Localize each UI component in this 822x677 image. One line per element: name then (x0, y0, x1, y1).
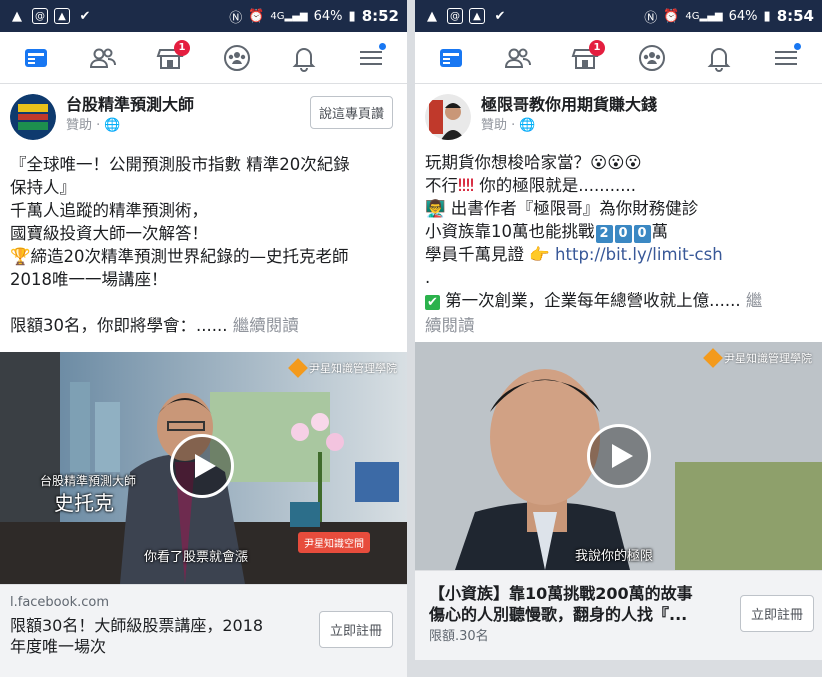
notifications-icon[interactable] (286, 40, 322, 76)
signal-icon: 4G▂▄▆ (270, 10, 308, 22)
battery-level: 64% (728, 8, 758, 24)
check-mark-emoji: ✔ (425, 295, 440, 310)
post-link[interactable]: http://bit.ly/limit-csh (555, 245, 723, 264)
play-button[interactable] (587, 424, 651, 488)
menu-icon[interactable] (768, 40, 804, 76)
nfc-icon: Ⓝ (229, 10, 243, 26)
sponsored-label: 贊助 · 🌐 (66, 116, 194, 136)
link-preview[interactable]: l.facebook.com 限額30名！大師級股票講座，2018 年度唯一場次… (0, 584, 407, 677)
at-icon: @ (32, 8, 48, 24)
digit-box: 0 (633, 225, 651, 243)
notification-badge: 1 (174, 39, 190, 56)
battery-icon: ▮ (348, 8, 356, 24)
phone-screen-right: ▲ @ ▲ ✔ Ⓝ ⏰ 4G▂▄▆ 64% ▮ 8:54 1 極限哥教你用期貨賺… (415, 0, 822, 677)
battery-icon: ▮ (763, 8, 771, 24)
pointing-hand-emoji: 👉 (529, 245, 550, 264)
status-bar: ▲ @ ▲ ✔ Ⓝ ⏰ 4G▂▄▆ 64% ▮ 8:54 (415, 0, 822, 32)
news-feed-icon[interactable] (18, 40, 54, 76)
caption-name: 史托克 (54, 491, 114, 515)
download-check-icon: ✔ (494, 8, 506, 24)
warning-icon: ▲ (12, 8, 22, 24)
new-indicator-dot (793, 41, 802, 51)
register-button[interactable]: 立即註冊 (318, 611, 393, 648)
globe-icon: 🌐 (104, 118, 121, 133)
video-player[interactable]: 尹星知識管理學院 我說你的極限 (415, 342, 822, 570)
video-player[interactable]: 尹星知識管理學院 台股精準預測大師 史托克 你看了股票就會漲 尹星知識空間 (0, 352, 407, 584)
page-name[interactable]: 台股精準預測大師 (66, 94, 194, 116)
see-more-link-cont[interactable]: 續閱讀 (425, 316, 475, 335)
image-icon: ▲ (469, 8, 485, 24)
new-indicator-dot (378, 41, 387, 51)
link-title-line2: 傷心的人別聽慢歌，翻身的人找『... (429, 605, 688, 624)
clock: 8:52 (361, 7, 399, 25)
post-text: 玩期貨你想梭哈家當？😮😮😮 不行‼‼ 你的極限就是........... 👨‍🏫… (425, 153, 763, 335)
top-nav: 1 (0, 32, 407, 84)
menu-icon[interactable] (353, 40, 389, 76)
download-check-icon: ✔ (79, 8, 91, 24)
top-nav: 1 (415, 32, 822, 84)
warning-icon: ▲ (427, 8, 437, 24)
link-preview[interactable]: 【小資族】靠10萬挑戰200萬的故事 傷心的人別聽慢歌，翻身的人找『... 限額… (415, 570, 822, 660)
friends-icon[interactable] (85, 40, 121, 76)
page-avatar[interactable] (425, 94, 471, 140)
page-avatar[interactable] (10, 94, 56, 140)
video-subtitle: 我說你的極限 (575, 549, 654, 564)
clock: 8:54 (776, 7, 814, 25)
double-exclamation-emoji: ‼‼ (458, 176, 475, 195)
alarm-icon: ⏰ (248, 8, 265, 24)
video-watermark: 尹星知識管理學院 (703, 348, 812, 368)
play-button[interactable] (170, 434, 234, 498)
register-button[interactable]: 立即註冊 (739, 595, 814, 632)
sim-icon: ▲ (54, 8, 70, 24)
phone-screen-left: ▲ @ ▲ ✔ Ⓝ ⏰ 4G▂▄▆ 64% ▮ 8:52 1 台股精準預測大師 … (0, 0, 407, 677)
link-title: 【小資族】靠10萬挑戰200萬的故事 (429, 584, 693, 603)
see-more-link[interactable]: 繼續閱讀 (233, 316, 299, 335)
status-bar: ▲ @ ▲ ✔ Ⓝ ⏰ 4G▂▄▆ 64% ▮ 8:52 (0, 0, 407, 32)
teacher-emoji: 👨‍🏫 (425, 199, 446, 218)
see-more-link[interactable]: 繼 (746, 291, 763, 310)
divider (415, 660, 822, 677)
signal-icon: 4G▂▄▆ (685, 10, 723, 22)
link-domain: l.facebook.com (10, 595, 110, 610)
sponsored-label: 贊助 · 🌐 (481, 116, 657, 136)
post-header: 極限哥教你用期貨賺大錢 贊助 · 🌐 (415, 84, 822, 142)
digit-box: 0 (614, 225, 632, 243)
nfc-icon: Ⓝ (644, 10, 658, 26)
at-icon: @ (447, 8, 463, 24)
alarm-icon: ⏰ (663, 8, 680, 24)
post-text: 『全球唯一！公開預測股市指數 精準20次紀錄 保持人』 千萬人追蹤的精準預測術，… (10, 155, 350, 335)
notifications-icon[interactable] (701, 40, 737, 76)
trophy-icon: 🏆 (10, 247, 31, 266)
page-name[interactable]: 極限哥教你用期貨賺大錢 (481, 94, 657, 116)
friends-icon[interactable] (500, 40, 536, 76)
marketplace-icon[interactable]: 1 (152, 39, 190, 76)
marketplace-icon[interactable]: 1 (567, 39, 605, 76)
post-header: 台股精準預測大師 贊助 · 🌐 說這專頁讚 (0, 84, 407, 142)
groups-icon[interactable] (219, 40, 255, 76)
shocked-face-emoji: 😮😮😮 (590, 153, 642, 172)
digit-box: 2 (595, 225, 613, 243)
globe-icon: 🌐 (519, 118, 536, 133)
news-feed-icon[interactable] (433, 40, 469, 76)
video-subtitle: 你看了股票就會漲 (144, 550, 249, 565)
battery-level: 64% (313, 8, 343, 24)
video-watermark: 尹星知識管理學院 (288, 358, 397, 378)
like-page-button[interactable]: 說這專頁讚 (309, 96, 393, 129)
groups-icon[interactable] (634, 40, 670, 76)
microphone-label: 尹星知識空間 (298, 532, 370, 553)
notification-badge: 1 (589, 39, 605, 56)
